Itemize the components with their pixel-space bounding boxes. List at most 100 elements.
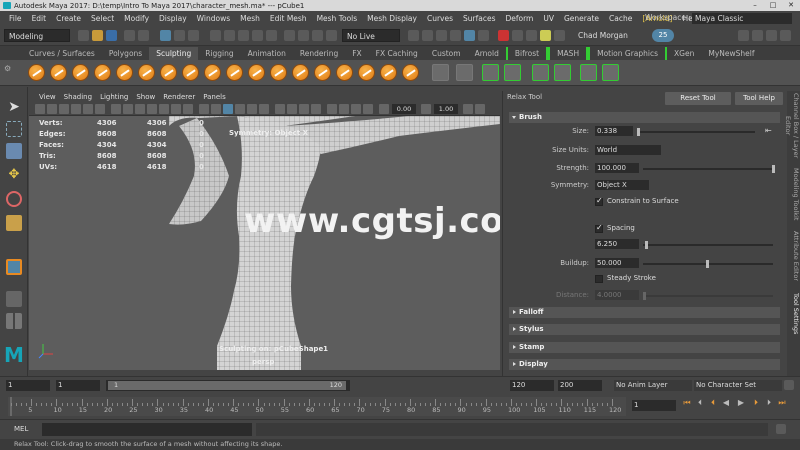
menu-create[interactable]: Create xyxy=(51,14,86,23)
hypershade-icon[interactable] xyxy=(464,30,475,41)
bookmarks-icon[interactable] xyxy=(59,104,69,114)
play-forwards-icon[interactable]: ▶ xyxy=(736,398,746,408)
motion-graphics-shelf-icon-3[interactable] xyxy=(580,64,597,81)
size-slider[interactable] xyxy=(637,128,755,136)
live-surface-field[interactable]: No Live Surface xyxy=(342,29,400,54)
shelf-tab-arnold[interactable]: Arnold xyxy=(468,47,506,60)
maximize-icon[interactable]: □ xyxy=(764,0,782,11)
shelf-tab-mynewshelf[interactable]: MyNewShelf xyxy=(701,47,761,60)
xray-joints-icon[interactable] xyxy=(363,104,373,114)
close-icon[interactable]: ✕ xyxy=(782,0,800,11)
go-to-end-icon[interactable]: ⏭ xyxy=(777,398,787,408)
time-slider[interactable]: 5 10 15 20 25 30 35 40 45 50 55 60 65 70 75 80 85 90 95 100… xyxy=(0,393,800,419)
xray-icon[interactable] xyxy=(339,104,349,114)
step-forward-key-icon[interactable]: ⏵ xyxy=(764,398,774,408)
lights-icon[interactable] xyxy=(540,30,551,41)
snap-grid-icon[interactable] xyxy=(284,30,295,41)
safe-title-icon[interactable] xyxy=(183,104,193,114)
new-scene-icon[interactable] xyxy=(78,30,89,41)
color-management-icon[interactable] xyxy=(463,104,473,114)
shadows-icon[interactable] xyxy=(259,104,269,114)
playback-end-field[interactable]: 120 xyxy=(510,380,554,391)
smooth-brush-icon[interactable] xyxy=(50,64,67,81)
viewport-menu-renderer[interactable]: Renderer xyxy=(159,93,199,101)
menu-file[interactable]: File xyxy=(4,14,27,23)
wax-brush-icon[interactable] xyxy=(248,64,265,81)
render-view-icon[interactable] xyxy=(478,30,489,41)
select-hierarchy-icon[interactable] xyxy=(160,30,171,41)
shelf-menu-icon[interactable]: ⚙ xyxy=(4,64,12,82)
stamp-section-header[interactable]: Stamp xyxy=(509,342,780,353)
current-frame-field[interactable]: 1 xyxy=(632,400,676,411)
menu-deform[interactable]: Deform xyxy=(500,14,538,23)
motion-graphics-shelf-icon-2[interactable] xyxy=(554,64,571,81)
paint-select-tool-icon[interactable] xyxy=(6,143,22,159)
tool-help-button[interactable]: Tool Help xyxy=(735,92,783,105)
film-gate-icon[interactable] xyxy=(123,104,133,114)
shelf-tab-rendering[interactable]: Rendering xyxy=(293,47,345,60)
smear-brush-icon[interactable] xyxy=(336,64,353,81)
foamy-brush-icon[interactable] xyxy=(160,64,177,81)
anti-aliasing-icon[interactable] xyxy=(299,104,309,114)
imprint-brush-icon[interactable] xyxy=(226,64,243,81)
mask-face-icon[interactable] xyxy=(238,30,249,41)
arnold-render-icon[interactable] xyxy=(498,30,509,41)
command-input[interactable] xyxy=(42,423,252,436)
exposure-icon[interactable] xyxy=(379,104,389,114)
brush-section-header[interactable]: Brush xyxy=(509,112,780,123)
isolate-select-icon[interactable] xyxy=(327,104,337,114)
motion-graphics-shelf-icon-4[interactable] xyxy=(602,64,619,81)
mask-edge-icon[interactable] xyxy=(224,30,235,41)
motion-graphics-shelf-icon-1[interactable] xyxy=(532,64,549,81)
construction-history-icon[interactable] xyxy=(408,30,419,41)
flatten-brush-icon[interactable] xyxy=(138,64,155,81)
mask-vertex-icon[interactable] xyxy=(210,30,221,41)
select-object-icon[interactable] xyxy=(174,30,185,41)
strength-slider[interactable] xyxy=(643,165,775,173)
step-forward-frame-icon[interactable]: ⏵ xyxy=(751,398,761,408)
side-tab-channel-box[interactable]: Channel Box / Layer Editor xyxy=(784,91,800,161)
step-back-key-icon[interactable]: ⏴ xyxy=(695,398,705,408)
menu-windows[interactable]: Windows xyxy=(192,14,235,23)
display-section-header[interactable]: Display xyxy=(509,359,780,370)
shelf-tab-fx-caching[interactable]: FX Caching xyxy=(369,47,425,60)
command-language-label[interactable]: MEL xyxy=(14,425,28,433)
field-chart-icon[interactable] xyxy=(159,104,169,114)
ipr-render-icon[interactable] xyxy=(436,30,447,41)
mask-icon[interactable] xyxy=(456,64,473,81)
stylus-section-header[interactable]: Stylus xyxy=(509,324,780,335)
play-backwards-icon[interactable]: ◀ xyxy=(721,398,731,408)
menu-edit[interactable]: Edit xyxy=(27,14,52,23)
animation-start-field[interactable]: 1 xyxy=(6,380,50,391)
viewport-menu-lighting[interactable]: Lighting xyxy=(96,93,132,101)
workspace-dropdown[interactable]: Maya Classic xyxy=(692,13,792,24)
menu-display[interactable]: Display xyxy=(154,14,192,23)
scrape-brush-icon[interactable] xyxy=(270,64,287,81)
sculpt-brush-icon[interactable] xyxy=(28,64,45,81)
menu-set-dropdown[interactable]: Modeling xyxy=(4,29,70,42)
toggle-channel-box-icon[interactable] xyxy=(752,30,763,41)
sign-in-icon[interactable] xyxy=(554,30,565,41)
shelf-tab-rigging[interactable]: Rigging xyxy=(198,47,240,60)
menu-edit-mesh[interactable]: Edit Mesh xyxy=(265,14,312,23)
mask-uv-icon[interactable] xyxy=(252,30,263,41)
constrain-to-surface-checkbox[interactable] xyxy=(595,196,603,206)
grease-pencil-icon[interactable] xyxy=(95,104,105,114)
shelf-tab-polygons[interactable]: Polygons xyxy=(102,47,149,60)
render-settings-icon[interactable] xyxy=(450,30,461,41)
spray-brush-icon[interactable] xyxy=(182,64,199,81)
light-editor-icon[interactable] xyxy=(526,30,537,41)
perspective-viewport[interactable]: Verts: 4306 4306 0 Edges: 8608 8608 0 Faces: 43… xyxy=(29,116,500,370)
menu-mesh[interactable]: Mesh xyxy=(235,14,265,23)
side-tab-modeling-toolkit[interactable]: Modeling Toolkit xyxy=(787,165,800,223)
side-tab-tool-settings[interactable]: Tool Settings xyxy=(787,289,800,339)
menu-mesh-tools[interactable]: Mesh Tools xyxy=(312,14,363,23)
select-tool-icon[interactable]: ➤ xyxy=(6,99,22,115)
safe-action-icon[interactable] xyxy=(171,104,181,114)
strength-field[interactable]: 100.000 xyxy=(595,163,639,173)
playback-start-field[interactable]: 1 xyxy=(56,380,100,391)
mash-shelf-icon[interactable] xyxy=(504,64,521,81)
bifrost-shelf-icon[interactable] xyxy=(482,64,499,81)
wireframe-icon[interactable] xyxy=(199,104,209,114)
use-all-lights-icon[interactable] xyxy=(247,104,257,114)
